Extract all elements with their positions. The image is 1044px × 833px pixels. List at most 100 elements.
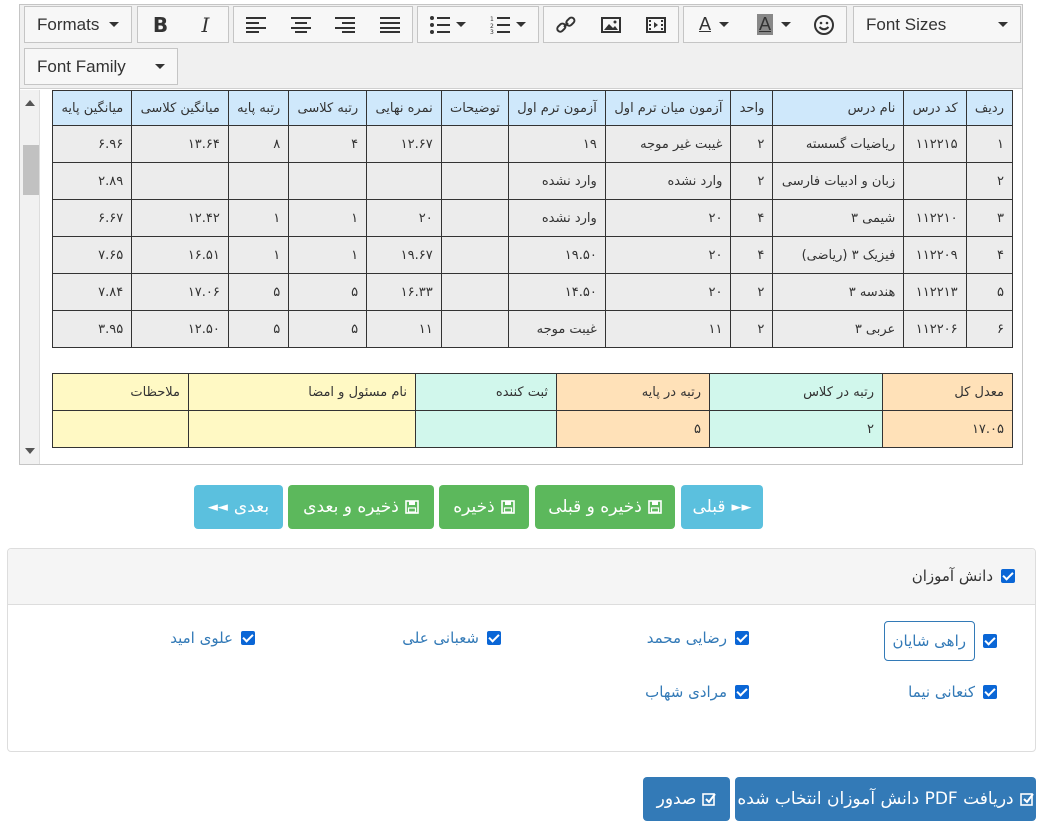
save-icon [405,500,419,514]
checkbox-checked-icon[interactable] [983,634,997,648]
header-cell: ملاحظات [52,373,189,411]
table-cell: ۱ [965,125,1014,163]
table-cell: ۱ [227,199,290,237]
table-cell: وارد نشده [507,199,606,237]
table-cell: ۱۶.۵۱ [131,236,229,274]
select-all-students[interactable]: دانش آموزان [912,567,1015,585]
checkbox-checked-icon[interactable] [983,685,997,699]
save-next-button[interactable]: ذخیره و بعدی [288,485,434,529]
student-item[interactable]: علوی امید [170,629,255,647]
save-label: ذخیره [453,497,495,517]
download-pdf-button[interactable]: دریافت PDF دانش آموزان انتخاب شده [735,777,1036,821]
header-cell: معدل کل [882,373,1013,411]
table-cell: ۱۹.۶۷ [366,236,442,274]
student-item[interactable]: رضایی محمد [647,629,749,647]
checkbox-checked-icon[interactable] [735,685,749,699]
panel-header: دانش آموزان [8,549,1035,605]
table-cell: ۲۰ [604,236,732,274]
table-cell: وارد نشده [604,162,732,200]
student-name[interactable]: کنعانی نیما [908,683,975,701]
bold-icon[interactable]: B [138,7,183,42]
bullet-list-icon[interactable] [418,7,478,42]
student-name[interactable]: مرادی شهاب [645,683,727,701]
checkbox-checked-icon[interactable] [241,631,255,645]
numbered-list-icon[interactable]: 123 [478,7,538,42]
checkbox-checked-icon[interactable] [735,631,749,645]
student-name[interactable]: علوی امید [170,629,233,647]
next-button[interactable]: بعدی ◄◄ [194,485,283,529]
chevron-down-icon [155,64,165,69]
align-justify-icon[interactable] [368,7,413,42]
table-cell: ۲ [965,162,1014,200]
table-cell: ۲ [730,273,774,311]
grades-table: ردیف کد درس نام درس واحد آزمون میان ترم … [51,90,1014,348]
table-cell: ریاضیات گسسته [772,125,905,163]
issue-button[interactable]: صدور [643,777,730,821]
checkbox-checked-icon[interactable] [1001,569,1015,583]
formats-dropdown[interactable]: Formats [25,7,131,42]
table-cell [366,162,442,200]
background-color-icon[interactable]: A [744,7,804,42]
table-cell: ۴ [730,236,774,274]
table-cell [227,162,290,200]
panel-title: دانش آموزان [911,567,993,585]
table-cell: ۱۱ [604,310,732,348]
align-right-icon[interactable] [323,7,368,42]
table-cell [440,125,509,163]
table-cell: ۵ [556,410,710,448]
table-cell [52,410,189,448]
student-item[interactable]: کنعانی نیما [908,683,997,701]
rich-text-editor: Formats B I 1 2 3 A A Font Sizes Font Fa… [19,4,1023,465]
student-item[interactable]: مرادی شهاب [645,683,749,701]
header-cell: توضیحات [440,90,509,126]
student-name[interactable]: راهی شایان [883,621,975,661]
header-cell: رتبه در پایه [556,373,710,411]
table-cell: ۵ [288,310,368,348]
table-cell: ۶.۹۶ [51,125,133,163]
table-cell: ۳.۹۵ [51,310,133,348]
align-left-icon[interactable] [234,7,279,42]
chevron-down-icon [719,22,729,27]
table-cell: ۲ [730,125,774,163]
checkbox-checked-icon[interactable] [487,631,501,645]
header-cell: رتبه کلاسی [288,90,368,126]
insert-group [543,6,679,43]
table-cell: شیمی ۳ [772,199,905,237]
italic-icon[interactable]: I [183,7,228,42]
table-cell: عربی ۳ [772,310,905,348]
text-color-icon[interactable]: A [684,7,744,42]
save-button[interactable]: ذخیره [439,485,529,529]
font-family-group: Font Family [24,48,178,85]
check-square-icon [702,793,717,806]
student-name[interactable]: رضایی محمد [647,629,727,647]
double-arrow-left-icon: ◄◄ [207,499,228,515]
font-sizes-label: Font Sizes [866,14,947,34]
align-center-icon[interactable] [279,7,324,42]
table-cell: زبان و ادبیات فارسی [772,162,905,200]
table-row: ۶ ۱۱۲۲۰۶ عربی ۳ ۲ ۱۱ غیبت موجه ۱۱ ۵ ۵ ۱۲.۵۰ ۳.۹۵ [51,310,1014,348]
link-icon[interactable] [544,7,589,42]
editor-content[interactable]: ردیف کد درس نام درس واحد آزمون میان ترم … [20,90,1022,464]
table-cell: وارد نشده [507,162,606,200]
student-item[interactable]: شعبانی علی [402,629,501,647]
emoticon-icon[interactable] [804,7,844,42]
prev-label: قبلی [692,497,726,517]
table-cell [903,162,967,200]
student-name[interactable]: شعبانی علی [402,629,479,647]
prev-button[interactable]: ►► قبلی [681,485,763,529]
check-square-icon [1019,793,1034,806]
font-sizes-dropdown[interactable]: Font Sizes [854,7,1020,42]
table-row: ۳ ۱۱۲۲۱۰ شیمی ۳ ۴ ۲۰ وارد نشده ۲۰ ۱ ۱ ۱۲.۴۲ ۶.۶۷ [51,199,1014,237]
table-cell: ۱۱ [366,310,442,348]
summary-header-row: معدل کل رتبه در کلاس رتبه در پایه ثبت کن… [52,373,1013,411]
header-cell: کد درس [903,90,967,126]
media-icon[interactable] [633,7,678,42]
font-family-dropdown[interactable]: Font Family [25,49,177,84]
table-cell: ۱۱۲۲۱۰ [903,199,967,237]
student-item[interactable]: راهی شایان [883,621,997,661]
table-cell: ۱۱۲۲۰۶ [903,310,967,348]
header-cell: رتبه پایه [227,90,290,126]
image-icon[interactable] [589,7,634,42]
save-prev-button[interactable]: ذخیره و قبلی [535,485,675,529]
table-cell: ۴ [288,125,368,163]
